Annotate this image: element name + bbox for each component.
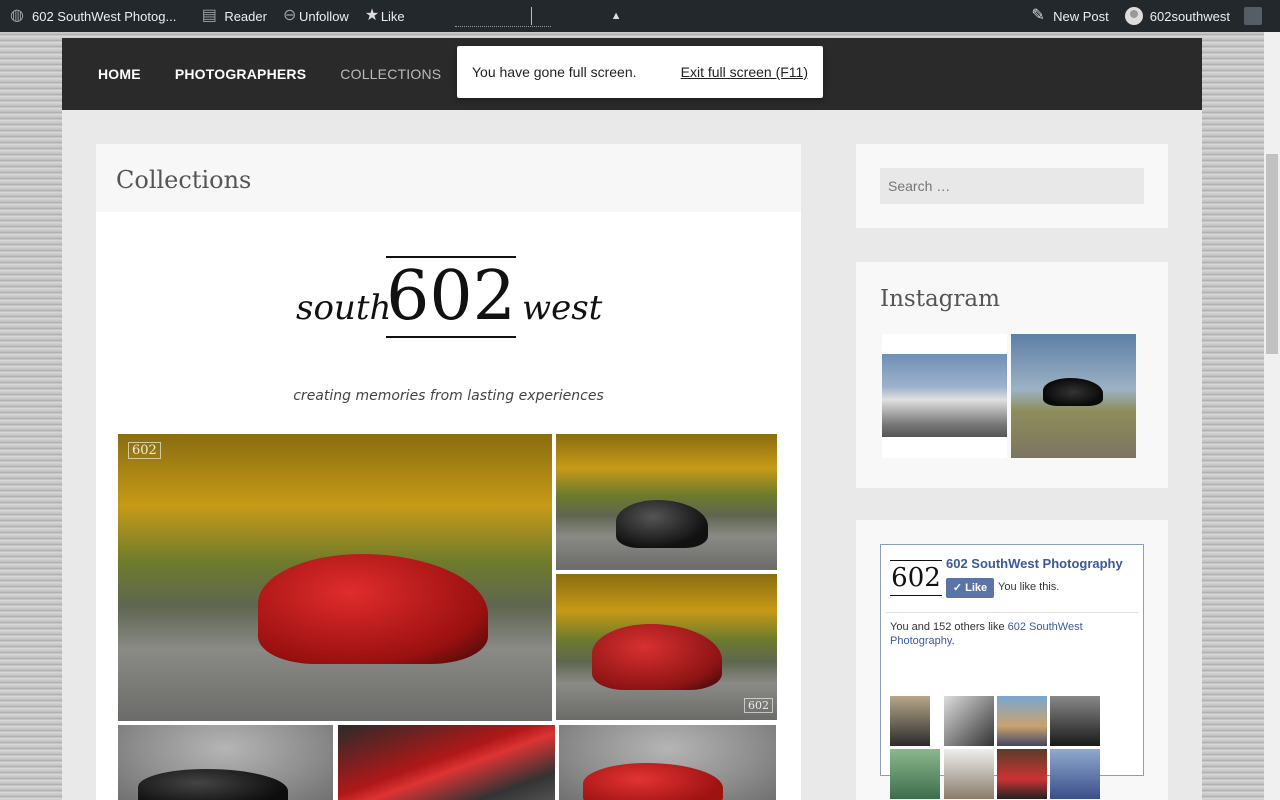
- unfollow-label: Unfollow: [298, 8, 349, 24]
- car-shape: [583, 763, 723, 800]
- facebook-page-logo[interactable]: 602: [890, 560, 942, 596]
- facebook-like-button[interactable]: ✓ Like: [946, 578, 994, 598]
- nav-photographers[interactable]: PHOTOGRAPHERS: [175, 66, 306, 82]
- facebook-like-status: You like this.: [998, 581, 1060, 593]
- logo-west: west: [522, 288, 603, 328]
- instagram-photo-1[interactable]: [882, 334, 1007, 458]
- gallery-photo-red-corvette-studio[interactable]: [559, 725, 776, 800]
- unfollow-button[interactable]: ⊖ Unfollow: [275, 0, 357, 32]
- facebook-like-count: You and 152 others like 602 SouthWest Ph…: [890, 620, 1130, 648]
- facebook-like-box: 602 602 SouthWest Photography ✓ Like You…: [880, 544, 1144, 799]
- avatar: [1124, 7, 1143, 25]
- reader-link[interactable]: ▤ Reader: [192, 0, 275, 32]
- site-page: HOME PHOTOGRAPHERS COLLECTIONS CO Collec…: [62, 38, 1202, 800]
- facebook-fan-avatar[interactable]: [1050, 749, 1100, 799]
- page-title: Collections: [116, 166, 252, 194]
- gallery-photo-black-corvette-studio[interactable]: [118, 725, 333, 800]
- watermark: 602: [744, 698, 773, 713]
- facebook-like-label: Like: [965, 582, 988, 594]
- search-input[interactable]: [880, 168, 1144, 204]
- facebook-fan-avatar[interactable]: [944, 749, 994, 799]
- admin-bar: ◍ 602 SouthWest Photog... ▤ Reader ⊖ Unf…: [0, 0, 1280, 32]
- reader-label: Reader: [224, 8, 267, 24]
- tagline: creating memories from lasting experienc…: [293, 388, 604, 404]
- watermark: 602: [128, 442, 161, 459]
- nav-home[interactable]: HOME: [98, 66, 141, 82]
- stats-sparkline[interactable]: [454, 5, 551, 27]
- instagram-widget: Instagram: [856, 262, 1168, 488]
- user-name: 602southwest: [1149, 8, 1230, 24]
- facebook-fan-avatar[interactable]: [890, 696, 930, 746]
- gallery-photo-red-corvette-road[interactable]: 602: [118, 434, 552, 721]
- like-label: Like: [380, 8, 405, 24]
- site-name: 602 SouthWest Photog...: [32, 8, 177, 24]
- gallery-photo-engine[interactable]: [338, 725, 555, 800]
- facebook-fan-avatar[interactable]: [1050, 696, 1100, 746]
- fullscreen-message: You have gone full screen.: [472, 64, 637, 80]
- notifications-icon[interactable]: [1244, 7, 1262, 25]
- site-logo: south 602 west: [296, 256, 602, 346]
- facebook-page-name[interactable]: 602 SouthWest Photography: [946, 556, 1123, 571]
- gallery-photo-black-corvette[interactable]: [556, 434, 777, 570]
- car-shape: [1043, 378, 1103, 406]
- facebook-fan-avatar[interactable]: [944, 696, 994, 746]
- facebook-count-end: .: [951, 635, 955, 647]
- car-shape: [258, 554, 488, 664]
- nav-collections[interactable]: COLLECTIONS: [340, 66, 441, 82]
- logo-south: south: [296, 288, 392, 328]
- gallery-photo-red-corvette-rear[interactable]: 602: [556, 574, 777, 720]
- new-post-icon: ✎: [1031, 7, 1045, 24]
- search-widget: [856, 144, 1168, 228]
- fullscreen-notification: You have gone full screen. Exit full scr…: [457, 46, 823, 98]
- facebook-count-text: You and 152 others like: [890, 621, 1008, 633]
- user-menu[interactable]: 602southwest: [1117, 0, 1238, 32]
- car-shape: [138, 769, 288, 800]
- site-menu[interactable]: ◍ 602 SouthWest Photog...: [0, 0, 184, 32]
- scrollbar-thumb[interactable]: [1266, 154, 1278, 354]
- instagram-photo-2[interactable]: [1011, 334, 1136, 458]
- wordpress-icon: ◍: [10, 7, 24, 24]
- instagram-title: Instagram: [880, 286, 1000, 312]
- divider: [886, 612, 1138, 613]
- scrollbar[interactable]: [1264, 32, 1280, 800]
- facebook-widget: 602 602 SouthWest Photography ✓ Like You…: [856, 520, 1168, 800]
- logo-number: 602: [386, 256, 516, 338]
- star-icon: ★: [364, 7, 380, 24]
- new-post-label: New Post: [1053, 8, 1109, 24]
- reader-icon: ▤: [201, 7, 217, 24]
- unfollow-icon: ⊖: [282, 7, 297, 24]
- collapse-arrow-icon[interactable]: ▲: [611, 10, 622, 22]
- article-header: Collections: [96, 144, 801, 212]
- facebook-fan-avatar[interactable]: [997, 749, 1047, 799]
- exit-fullscreen-link[interactable]: Exit full screen (F11): [681, 64, 808, 80]
- like-button[interactable]: ★ Like: [357, 0, 413, 32]
- collections-article: Collections south 602 west creating memo…: [96, 144, 801, 800]
- new-post-button[interactable]: ✎ New Post: [1021, 0, 1117, 32]
- facebook-fan-avatar[interactable]: [890, 749, 940, 799]
- instagram-image: [882, 354, 1007, 437]
- car-shape: [592, 624, 722, 690]
- car-shape: [616, 500, 708, 548]
- facebook-fan-avatar[interactable]: [997, 696, 1047, 746]
